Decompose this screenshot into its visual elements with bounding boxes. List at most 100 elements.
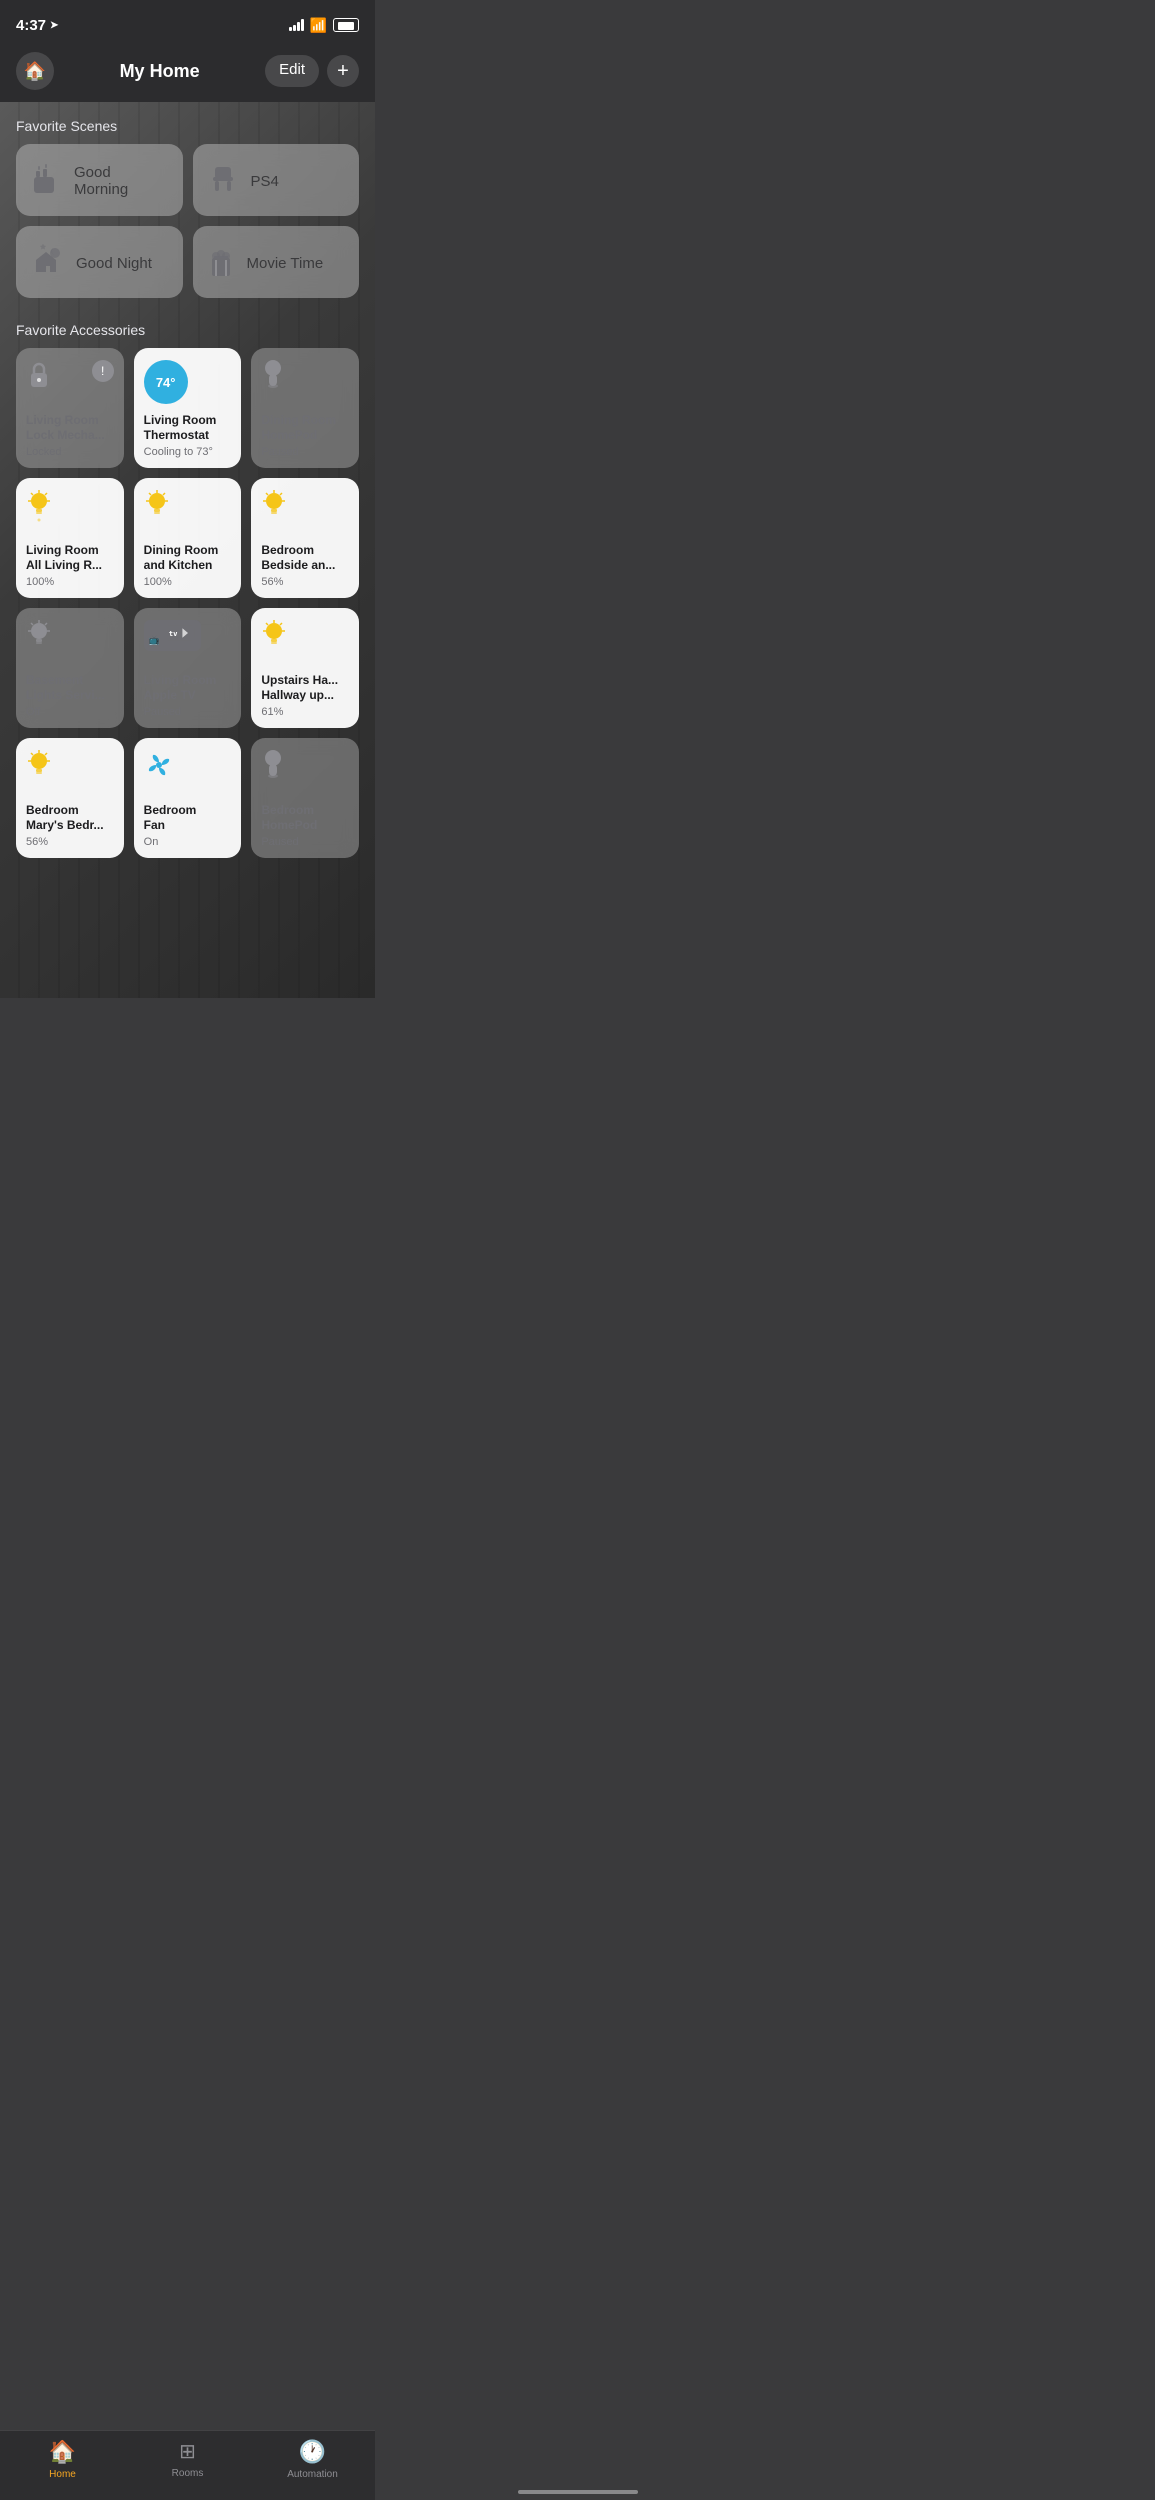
scene-good-morning[interactable]: Good Morning [16, 144, 183, 216]
scenes-grid: Good Morning PS4 [16, 144, 359, 298]
acc-icon-row [26, 490, 114, 529]
home-tab-icon: 🏠 [49, 2439, 76, 2465]
accessory-apple-tv[interactable]: 📺 tv Living Room Apple TV [134, 608, 242, 728]
acc-status: 56% [26, 836, 114, 848]
coffee-icon [30, 161, 62, 202]
acc-info: Bedroom Fan On [144, 803, 232, 848]
scene-good-night-label: Good Night [76, 255, 152, 272]
scene-movie-time-label: Movie Time [247, 255, 324, 272]
acc-icon-row [261, 360, 349, 396]
scene-ps4-label: PS4 [251, 173, 279, 190]
tab-bar: 🏠 Home ⊞ Rooms 🕐 Automation [0, 2430, 375, 2500]
content-area: Favorite Scenes Good Morning [0, 102, 375, 898]
main-content: Favorite Scenes Good Morning [0, 102, 375, 998]
acc-icon-row [261, 750, 349, 785]
acc-status: Paused [144, 706, 232, 718]
acc-name: Basement Lights Servi... [26, 673, 114, 704]
scene-movie-time[interactable]: Movie Time [193, 226, 360, 298]
home-nav-icon: 🏠 [24, 61, 46, 82]
acc-info: Bedroom Mary's Bedr... 56% [26, 803, 114, 848]
acc-icon-row: 📺 tv [144, 620, 232, 651]
acc-name: Dining Room HomePod [261, 413, 349, 444]
tab-home[interactable]: 🏠 Home [33, 2439, 93, 2480]
battery-icon [333, 18, 359, 32]
acc-icon-row [144, 490, 232, 527]
light-off-icon [26, 620, 52, 659]
acc-name: Living Room Apple TV [144, 673, 232, 704]
homepod-icon [261, 750, 285, 785]
home-indicator [518, 2490, 638, 2494]
tab-rooms[interactable]: ⊞ Rooms [158, 2439, 218, 2480]
acc-icon-row [144, 750, 232, 787]
acc-status: 100% [26, 576, 114, 588]
accessory-bedroom-bedside[interactable]: Bedroom Bedside an... 56% [251, 478, 359, 598]
appletv-icon: 📺 tv [144, 620, 202, 651]
wifi-icon: 📶 [310, 17, 327, 34]
acc-status: Cooling to 73° [144, 446, 232, 458]
acc-info: Dining Room and Kitchen 100% [144, 543, 232, 588]
acc-name: Dining Room and Kitchen [144, 543, 232, 574]
accessory-basement-lights[interactable]: Basement Lights Servi... Off [16, 608, 124, 728]
accessory-living-room-lock[interactable]: ! Living Room Lock Mecha... Locked [16, 348, 124, 468]
acc-status: Off [26, 706, 114, 718]
accessory-thermostat[interactable]: 74° Living Room Thermostat Cooling to 73… [134, 348, 242, 468]
acc-name: Living Room Lock Mecha... [26, 413, 114, 444]
acc-icon-row [26, 620, 114, 659]
tab-rooms-label: Rooms [172, 2468, 204, 2479]
accessory-upstairs-hallway[interactable]: Upstairs Ha... Hallway up... 61% [251, 608, 359, 728]
acc-name: Bedroom Mary's Bedr... [26, 803, 114, 834]
acc-info: Living Room Thermostat Cooling to 73° [144, 413, 232, 458]
acc-status: 100% [144, 576, 232, 588]
acc-status: Locked [26, 446, 114, 458]
accessory-dining-kitchen-lights[interactable]: Dining Room and Kitchen 100% [134, 478, 242, 598]
accessory-bedroom-homepod[interactable]: Bedroom HomePod Paused [251, 738, 359, 858]
acc-status: 61% [261, 706, 349, 718]
tab-automation[interactable]: 🕐 Automation [283, 2439, 343, 2480]
acc-name: Bedroom HomePod [261, 803, 349, 834]
acc-status: 56% [261, 576, 349, 588]
accessory-living-room-lights[interactable]: Living Room All Living R... 100% [16, 478, 124, 598]
edit-button[interactable]: Edit [265, 55, 319, 87]
acc-info: Living Room Apple TV Paused [144, 673, 232, 718]
light-on-icon [26, 750, 52, 787]
nav-actions: Edit + [265, 55, 359, 87]
home-icon-button[interactable]: 🏠 [16, 52, 54, 90]
location-icon: ➤ [50, 20, 58, 31]
light-on-icon [26, 490, 52, 529]
acc-icon-row: ! [26, 360, 114, 397]
add-button[interactable]: + [327, 55, 359, 87]
page-title: My Home [120, 61, 200, 82]
thermostat-temp-badge: 74° [144, 360, 188, 404]
acc-status: On [144, 836, 232, 848]
scene-good-night[interactable]: Good Night [16, 226, 183, 298]
signal-icon [289, 19, 304, 31]
popcorn-icon [207, 244, 235, 283]
accessories-grid: ! Living Room Lock Mecha... Locked 74 [16, 348, 359, 858]
nav-bar: 🏠 My Home Edit + [0, 44, 375, 102]
accessory-dining-homepod[interactable]: Dining Room HomePod Paused [251, 348, 359, 468]
acc-info: Basement Lights Servi... Off [26, 673, 114, 718]
accessory-bedroom-fan[interactable]: Bedroom Fan On [134, 738, 242, 858]
acc-info: Upstairs Ha... Hallway up... 61% [261, 673, 349, 718]
acc-status: Paused [261, 836, 349, 848]
acc-name: Living Room All Living R... [26, 543, 114, 574]
status-bar: 4:37 ➤ 📶 [0, 0, 375, 44]
automation-tab-icon: 🕐 [299, 2439, 326, 2465]
warning-icon: ! [101, 364, 104, 378]
tab-automation-label: Automation [287, 2469, 338, 2480]
acc-info: Living Room All Living R... 100% [26, 543, 114, 588]
status-time: 4:37 ➤ [16, 17, 58, 34]
acc-info: Dining Room HomePod Paused [261, 413, 349, 458]
time-text: 4:37 [16, 17, 46, 34]
fan-icon [144, 750, 174, 787]
lock-icon [26, 360, 52, 397]
scene-ps4[interactable]: PS4 [193, 144, 360, 216]
moon-house-icon [30, 244, 64, 283]
svg-text:tv: tv [169, 629, 178, 638]
accessory-bedroom-mary[interactable]: Bedroom Mary's Bedr... 56% [16, 738, 124, 858]
acc-name: Living Room Thermostat [144, 413, 232, 444]
light-on-icon [261, 620, 287, 657]
chair-icon [207, 163, 239, 200]
acc-name: Bedroom Bedside an... [261, 543, 349, 574]
acc-status: Paused [261, 446, 349, 458]
